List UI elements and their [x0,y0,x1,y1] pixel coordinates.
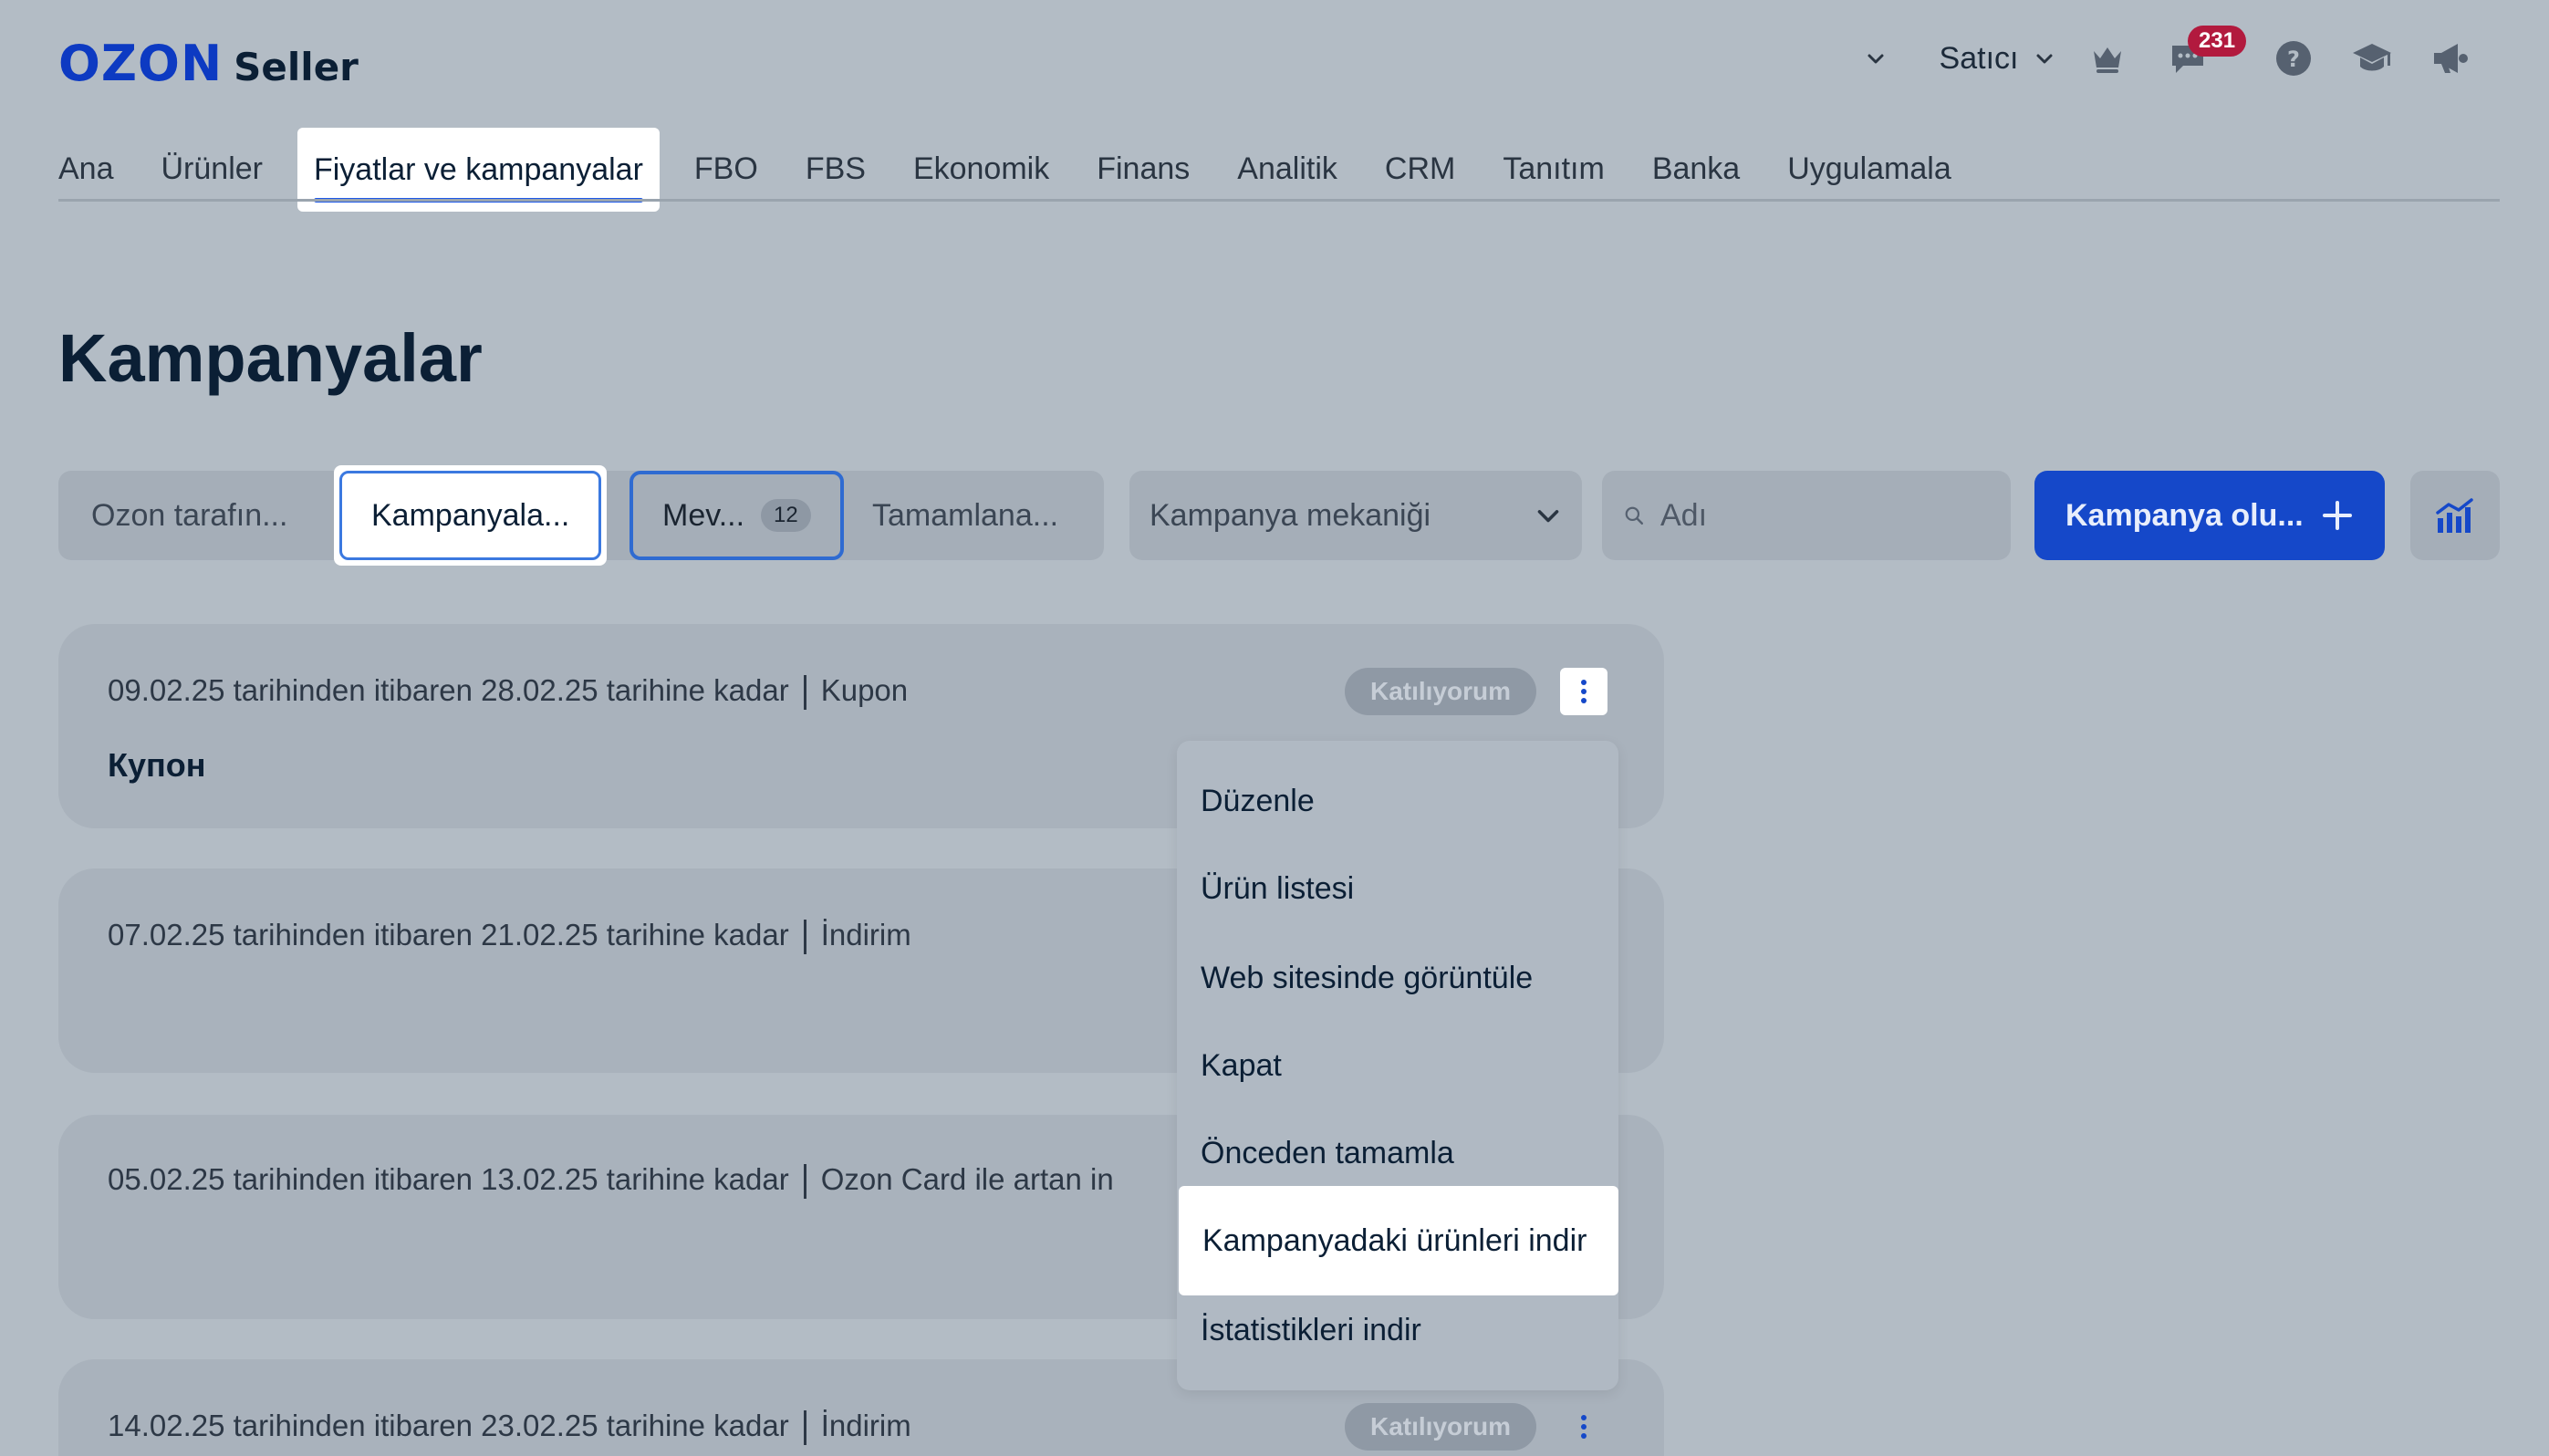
segment-mevcut-count: 12 [761,499,811,532]
more-vertical-icon [1581,1415,1587,1439]
nav-tab-crm[interactable]: CRM [1361,128,1479,210]
create-campaign-label: Kampanya olu... [2065,497,2304,533]
nav-tab-tanitim[interactable]: Tanıtım [1479,128,1628,210]
campaign-type: Ozon Card ile artan in [820,1162,1114,1196]
svg-text:?: ? [2287,47,2300,72]
nav-divider [58,199,2500,202]
nav-tab-fbo[interactable]: FBO [671,128,782,210]
campaign-type: İndirim [820,1409,911,1442]
segment-mevcut-label: Mev... [662,497,745,533]
menu-item-istatistikleri-indir[interactable]: İstatistikleri indir [1177,1286,1618,1374]
search-icon [1625,506,1644,525]
nav-tab-urunler[interactable]: Ürünler [138,128,286,210]
campaign-type: İndirim [820,918,911,952]
segment-mevcut[interactable]: Mev... 12 [629,471,844,560]
announcements-button[interactable] [2425,33,2476,84]
logo-ozon-text: OZON [58,35,224,92]
menu-item-kampanyadaki-urunleri-indir[interactable]: Kampanyadaki ürünleri indir [1179,1186,1618,1295]
campaign-date-range: 09.02.25 tarihinden itibaren 28.02.25 ta… [108,673,789,707]
nav-tab-uygulamala[interactable]: Uygulamala [1763,128,1975,210]
chevron-down-icon [1868,54,1884,64]
menu-item-kapat[interactable]: Kapat [1177,1022,1618,1109]
campaign-date-range: 05.02.25 tarihinden itibaren 13.02.25 ta… [108,1162,789,1196]
megaphone-icon [2434,44,2468,73]
menu-item-urun-listesi[interactable]: Ürün listesi [1177,845,1618,932]
crown-icon [2094,47,2121,73]
campaign-status-segmented-control: Ozon tarafın... Kampanyala... Mev... 12 … [58,465,1104,566]
bar-chart-icon [2436,498,2473,533]
segment-tamamlanan-label: Tamamlana... [872,497,1059,533]
menu-item-duzenle[interactable]: Düzenle [1177,757,1618,845]
campaign-analytics-button[interactable] [2410,471,2500,560]
messages-button[interactable]: 231 [2162,26,2247,84]
campaign-card-meta: 07.02.25 tarihinden itibaren 21.02.25 ta… [108,918,911,955]
segment-kampanyalarim[interactable]: Kampanyala... [334,465,608,566]
status-badge: Katılıyorum [1345,668,1536,715]
campaign-card-meta: 14.02.25 tarihinden itibaren 23.02.25 ta… [108,1409,911,1446]
help-icon: ? [2276,41,2311,76]
graduation-cap-icon [2353,44,2391,71]
account-dropdown-chevron[interactable] [1850,33,1901,84]
campaign-type: Kupon [820,673,909,707]
campaign-card-meta: 05.02.25 tarihinden itibaren 13.02.25 ta… [108,1162,1114,1200]
nav-tab-ana[interactable]: Ana [58,128,138,210]
segment-ozon-label: Ozon tarafın... [91,497,288,533]
page-title: Kampanyalar [58,320,483,396]
chevron-down-icon [1537,510,1559,523]
campaign-date-range: 07.02.25 tarihinden itibaren 21.02.25 ta… [108,918,789,952]
logo-seller-text: Seller [234,45,359,89]
menu-item-onceden-tamamla[interactable]: Önceden tamamla [1177,1109,1618,1197]
nav-tab-fbs[interactable]: FBS [782,128,890,210]
header: OZON Seller Satıcı 231 ? Ana Ürünler Fiy [0,0,2549,212]
segment-kampanyalar-label: Kampanyala... [371,497,570,533]
segment-tamamlanan[interactable]: Tamamlana... [839,471,1091,560]
more-vertical-icon [1581,680,1587,703]
nav-tab-ekonomik[interactable]: Ekonomik [890,128,1073,210]
main-navigation: Ana Ürünler Fiyatlar ve kampanyalar FBO … [58,128,1975,212]
nav-tab-banka[interactable]: Banka [1628,128,1763,210]
campaign-name: Купон [108,746,206,784]
messages-count-badge: 231 [2188,26,2247,57]
crown-button[interactable] [2082,33,2133,84]
campaign-filter-bar: Ozon tarafın... Kampanyala... Mev... 12 … [58,465,2500,566]
nav-tab-analitik[interactable]: Analitik [1213,128,1361,210]
campaign-mechanic-label: Kampanya mekaniği [1150,497,1431,533]
campaign-mechanic-select[interactable]: Kampanya mekaniği [1129,471,1582,560]
plus-icon [2323,501,2352,530]
education-button[interactable] [2346,33,2398,84]
campaign-date-range: 14.02.25 tarihinden itibaren 23.02.25 ta… [108,1409,789,1442]
status-badge: Katılıyorum [1345,1403,1536,1451]
chevron-down-icon [2036,54,2053,64]
ozon-seller-logo[interactable]: OZON Seller [58,35,359,92]
help-button[interactable]: ? [2268,33,2319,84]
seller-role-label: Satıcı [1939,40,2019,76]
campaign-actions-menu: Düzenle Ürün listesi Web sitesinde görün… [1177,741,1618,1390]
create-campaign-button[interactable]: Kampanya olu... [2034,471,2385,560]
campaign-search-box[interactable] [1602,471,2011,560]
campaign-card-meta: 09.02.25 tarihinden itibaren 28.02.25 ta… [108,673,909,711]
campaign-more-button[interactable] [1560,668,1607,715]
nav-tab-finans[interactable]: Finans [1073,128,1213,210]
seller-role-dropdown[interactable]: Satıcı [1920,33,2075,84]
campaign-more-button[interactable] [1560,1403,1607,1451]
segment-ozon-tarafindan[interactable]: Ozon tarafın... [58,471,320,560]
menu-item-web-sitesinde-goruntule[interactable]: Web sitesinde görüntüle [1177,934,1618,1022]
campaign-search-input[interactable] [1660,497,1989,534]
